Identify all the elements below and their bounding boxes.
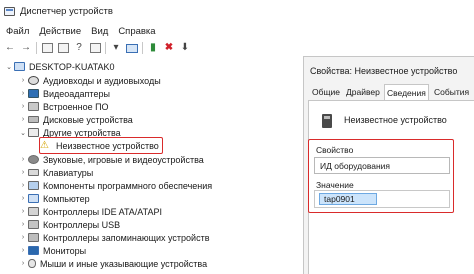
storage-controller-icon — [28, 233, 39, 242]
toolbar: ← → ? ▾ ▮ ✖ ⬇ — [0, 40, 474, 56]
expand-icon[interactable]: › — [18, 247, 28, 254]
tree-item-monitors[interactable]: › Мониторы — [18, 244, 86, 257]
toolbar-separator — [105, 42, 106, 54]
sound-icon — [28, 155, 39, 164]
forward-arrow-icon[interactable]: → — [20, 42, 32, 54]
tree-item-video-adapters[interactable]: › Видеоадаптеры — [18, 87, 110, 100]
view-icon[interactable] — [89, 43, 101, 53]
tree-item-firmware[interactable]: › Встроенное ПО — [18, 100, 109, 113]
toolbar-separator — [36, 42, 37, 54]
menu-file[interactable]: Файл — [6, 26, 29, 37]
expand-icon[interactable]: › — [18, 260, 28, 267]
ide-controller-icon — [28, 207, 39, 216]
unknown-device-highlight — [39, 137, 163, 154]
dialog-title: Свойства: Неизвестное устройство — [310, 66, 458, 76]
tree-item-audio-io[interactable]: › Аудиовходы и аудиовыходы — [18, 74, 161, 87]
value-label: Значение — [316, 180, 354, 190]
value-list[interactable]: tap0901 — [314, 190, 450, 208]
video-adapter-icon — [28, 89, 39, 98]
expand-icon[interactable]: › — [18, 221, 28, 228]
tree-item-label: Аудиовходы и аудиовыходы — [43, 75, 161, 86]
monitor-icon — [28, 246, 39, 255]
mouse-icon — [28, 259, 36, 268]
tree-root-label: DESKTOP-KUATAK0 — [29, 61, 115, 72]
device-tree: ⌄ DESKTOP-KUATAK0 › Аудиовходы и аудиовы… — [0, 58, 300, 274]
tree-item-label: Мыши и иные указывающие устройства — [40, 258, 208, 269]
expand-icon[interactable]: › — [18, 234, 28, 241]
menu-help[interactable]: Справка — [118, 26, 155, 37]
computer-icon — [14, 62, 25, 71]
tree-item-label: Видеоадаптеры — [43, 88, 110, 99]
tree-item-sound-video[interactable]: › Звуковые, игровые и видеоустройства — [18, 153, 204, 166]
expand-icon[interactable]: › — [18, 208, 28, 215]
tree-item-label: Встроенное ПО — [43, 101, 109, 112]
expand-icon[interactable]: › — [18, 182, 28, 189]
menu-bar: Файл Действие Вид Справка — [0, 22, 474, 40]
tree-item-label: Компьютер — [43, 193, 90, 204]
tree-item-label: Звуковые, игровые и видеоустройства — [43, 154, 204, 165]
value-item[interactable]: tap0901 — [319, 193, 377, 205]
tree-item-label: Мониторы — [43, 245, 87, 256]
dialog-tabs: Общие Драйвер Сведения События — [308, 84, 474, 100]
tree-item-label: Контроллеры USB — [43, 219, 121, 230]
expand-icon[interactable]: › — [18, 77, 28, 84]
device-manager-icon — [4, 6, 15, 16]
collapse-icon[interactable]: ⌄ — [4, 63, 14, 71]
expand-icon[interactable]: › — [18, 116, 28, 123]
tree-item-usb-controllers[interactable]: › Контроллеры USB — [18, 218, 120, 231]
collapse-icon[interactable]: ⌄ — [18, 129, 28, 137]
firmware-icon — [28, 102, 39, 111]
tree-item-ide-controllers[interactable]: › Контроллеры IDE ATA/ATAPI — [18, 205, 162, 218]
property-select[interactable]: ИД оборудования — [314, 157, 450, 174]
tree-item-keyboards[interactable]: › Клавиатуры — [18, 166, 93, 179]
tree-item-computer[interactable]: › Компьютер — [18, 192, 90, 205]
scan-hardware-icon[interactable] — [57, 43, 69, 53]
tab-driver[interactable]: Драйвер — [344, 84, 382, 100]
monitor-icon[interactable] — [126, 43, 138, 53]
expand-icon[interactable]: › — [18, 90, 28, 97]
tree-root[interactable]: ⌄ DESKTOP-KUATAK0 — [4, 60, 115, 73]
property-label: Свойство — [316, 145, 354, 155]
tree-item-label: Дисковые устройства — [43, 114, 133, 125]
device-icon — [320, 112, 334, 130]
window-title: Диспетчер устройств — [20, 5, 113, 17]
device-name: Неизвестное устройство — [344, 115, 447, 125]
usb-controller-icon — [28, 220, 39, 229]
download-icon[interactable]: ⬇ — [179, 42, 191, 54]
back-arrow-icon[interactable]: ← — [4, 42, 16, 54]
tree-item-storage-controllers[interactable]: › Контроллеры запоминающих устройств — [18, 231, 210, 244]
tree-item-software-components[interactable]: › Компоненты программного обеспечения — [18, 179, 212, 192]
expand-icon[interactable]: › — [18, 103, 28, 110]
computer-icon — [28, 194, 39, 203]
tree-item-disk-drives[interactable]: › Дисковые устройства — [18, 113, 133, 126]
software-component-icon — [28, 181, 39, 190]
update-driver-icon[interactable]: ▾ — [110, 42, 122, 54]
enable-device-icon[interactable]: ▮ — [147, 42, 159, 54]
tree-item-label: Клавиатуры — [43, 167, 94, 178]
toolbar-separator — [142, 42, 143, 54]
menu-view[interactable]: Вид — [91, 26, 108, 37]
help-icon[interactable]: ? — [73, 42, 85, 54]
tab-general[interactable]: Общие — [310, 84, 342, 100]
device-manager-window: Диспетчер устройств Файл Действие Вид Сп… — [0, 0, 474, 274]
title-bar: Диспетчер устройств — [0, 0, 474, 22]
expand-icon[interactable]: › — [18, 195, 28, 202]
tab-events[interactable]: События — [432, 84, 471, 100]
menu-action[interactable]: Действие — [39, 26, 81, 37]
tree-item-mice[interactable]: › Мыши и иные указывающие устройства — [18, 257, 207, 270]
keyboard-icon — [28, 169, 39, 176]
disk-icon — [28, 116, 39, 123]
tree-item-label: Другие устройства — [43, 127, 121, 138]
audio-icon — [28, 76, 39, 85]
properties-icon[interactable] — [41, 43, 53, 53]
uninstall-device-icon[interactable]: ✖ — [163, 42, 175, 54]
tab-details[interactable]: Сведения — [384, 84, 429, 100]
tree-item-label: Контроллеры IDE ATA/ATAPI — [43, 206, 162, 217]
expand-icon[interactable]: › — [18, 169, 28, 176]
tree-item-label: Компоненты программного обеспечения — [43, 180, 213, 191]
tree-item-label: Контроллеры запоминающих устройств — [43, 232, 210, 243]
other-devices-icon — [28, 128, 39, 137]
expand-icon[interactable]: › — [18, 156, 28, 163]
